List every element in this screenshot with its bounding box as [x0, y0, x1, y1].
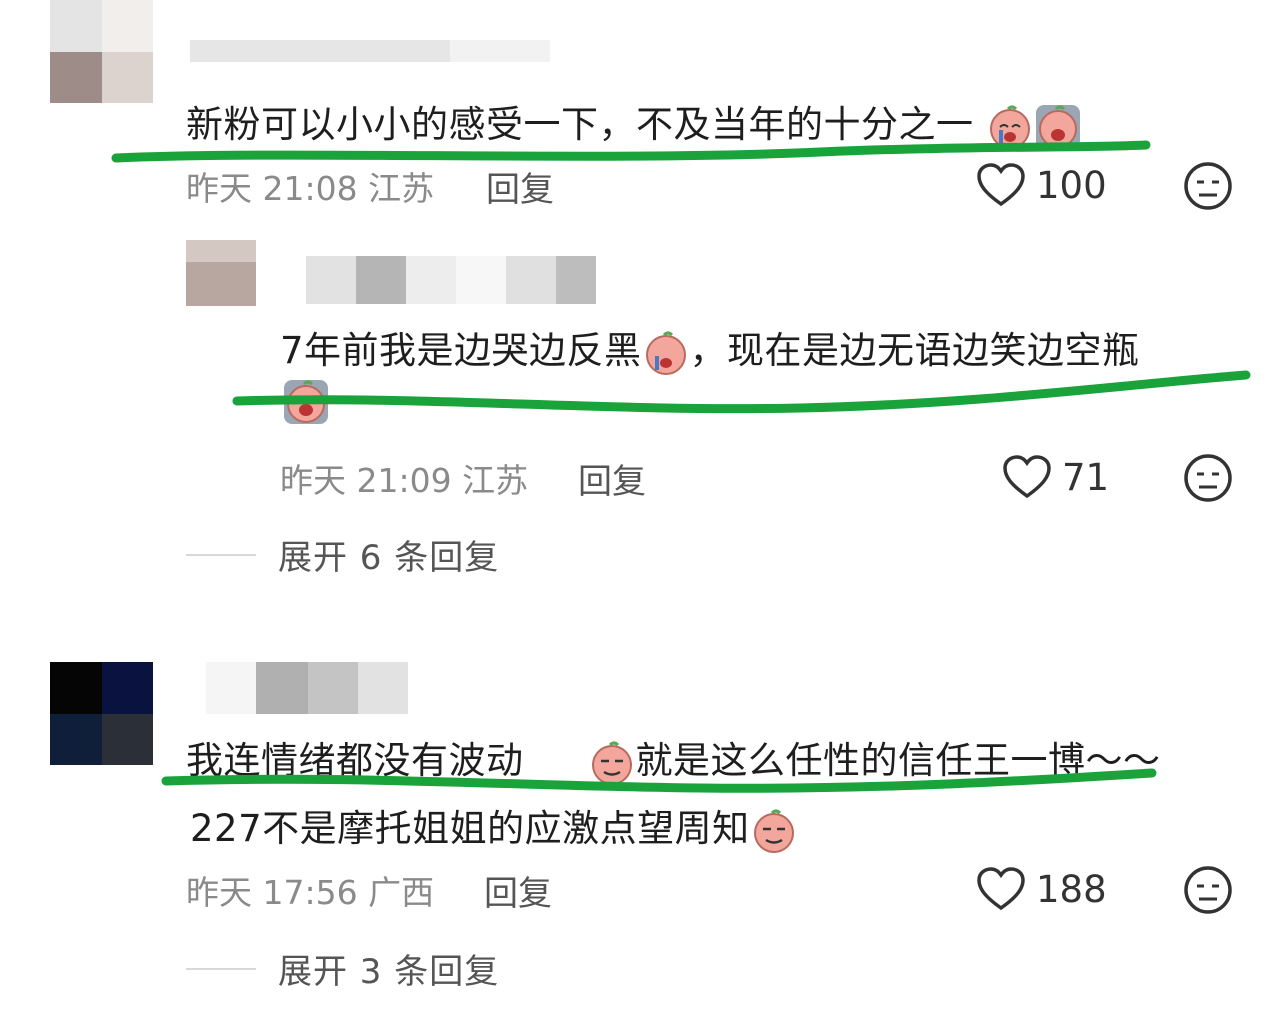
smirk-emoji	[591, 741, 632, 785]
comment-meta: 昨天 21:08 江苏	[186, 169, 435, 208]
expand-label: 展开 6 条回复	[278, 538, 500, 578]
like-count: 188	[1036, 867, 1107, 911]
comment-text: 新粉可以小小的感受一下，不及当年的十分之一	[186, 94, 1082, 151]
expand-replies-button[interactable]: 展开 3 条回复	[186, 944, 499, 993]
avatar[interactable]	[50, 662, 153, 765]
like-button[interactable]: 71	[1002, 454, 1109, 500]
like-count: 100	[1036, 163, 1107, 207]
crying-emoji	[1035, 104, 1080, 149]
comment-meta: 昨天 17:56 广西	[186, 873, 435, 912]
divider	[186, 967, 256, 970]
like-button[interactable]: 188	[976, 866, 1107, 912]
comment-text: 我连情绪都没有波动 就是这么任性的信任王一博～～	[186, 730, 1161, 787]
smirk-emoji	[753, 809, 794, 853]
crying-emoji	[989, 105, 1030, 149]
reply-button[interactable]: 回复	[486, 162, 554, 211]
avatar[interactable]	[50, 0, 153, 103]
dislike-face-icon[interactable]	[1182, 864, 1234, 916]
expand-label: 展开 3 条回复	[278, 952, 500, 992]
comment-text: 7年前我是边哭边反黑 ，现在是边无语边笑边空瓶	[280, 320, 1140, 377]
heart-icon	[1003, 455, 1051, 499]
heart-icon	[977, 163, 1025, 207]
avatar[interactable]	[186, 240, 256, 306]
reply-button[interactable]: 回复	[484, 866, 552, 915]
dislike-face-icon[interactable]	[1182, 160, 1234, 212]
like-button[interactable]: 100	[976, 162, 1107, 208]
reply-button[interactable]: 回复	[578, 454, 646, 503]
underline-2	[232, 370, 1251, 414]
username-blurred[interactable]	[190, 40, 550, 62]
comment-text-line2: 227不是摩托姐姐的应激点望周知	[190, 798, 798, 855]
like-count: 71	[1062, 455, 1110, 499]
username-blurred[interactable]	[306, 256, 606, 304]
divider	[186, 553, 256, 556]
heart-icon	[977, 867, 1025, 911]
crying-emoji	[284, 380, 328, 424]
comment-meta: 昨天 21:09 江苏	[280, 461, 529, 500]
username-blurred[interactable]	[206, 662, 408, 714]
crying-emoji	[645, 331, 686, 375]
dislike-face-icon[interactable]	[1182, 452, 1234, 504]
expand-replies-button[interactable]: 展开 6 条回复	[186, 530, 499, 579]
